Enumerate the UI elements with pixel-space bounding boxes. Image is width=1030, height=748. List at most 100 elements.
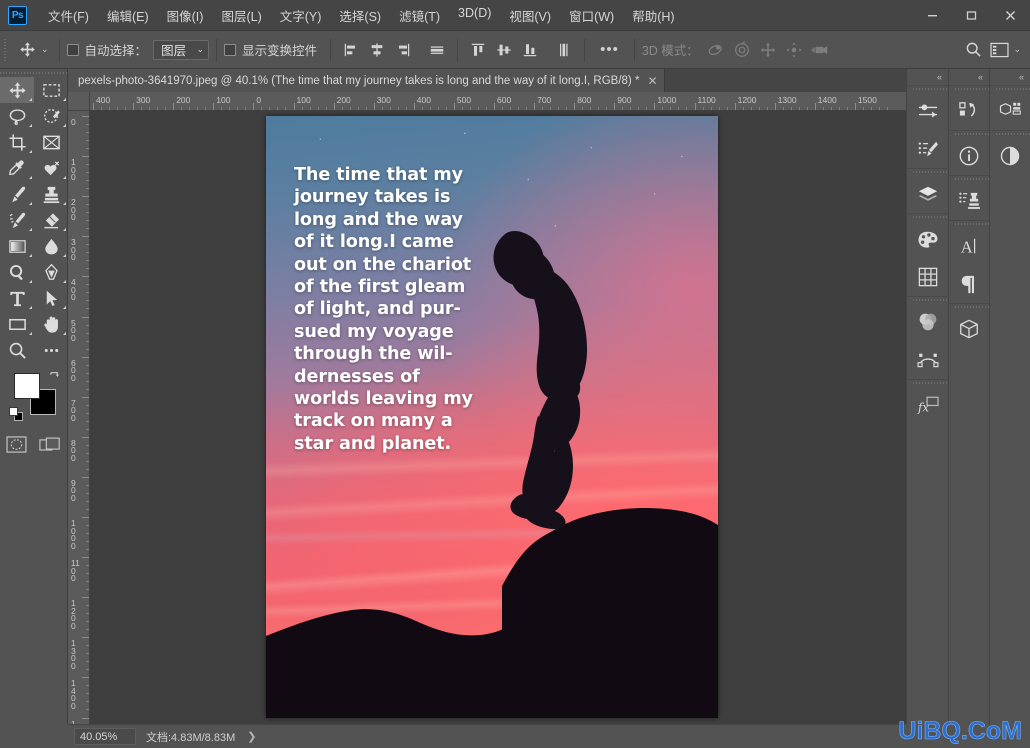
eraser-tool[interactable] [34,207,68,233]
auto-select-target-dropdown[interactable]: 图层 ⌄ [153,39,210,60]
panel-info[interactable] [949,137,989,175]
zoom-tool[interactable] [0,337,34,363]
brush-tool[interactable] [0,181,34,207]
tool-more-indicator [29,280,32,283]
status-menu-arrow-icon[interactable]: ❯ [247,730,256,743]
panel-paragraph[interactable] [949,265,989,303]
menu-filter[interactable]: 滤镜(T) [390,2,449,29]
ruler-label: 400 [71,277,76,303]
menu-image[interactable]: 图像(I) [158,2,213,29]
path-selection-tool[interactable] [34,285,68,311]
panel-brush-settings[interactable] [907,130,948,168]
panel-swatches[interactable] [907,220,948,258]
align-horizontal-centers-button[interactable] [364,38,390,62]
zoom-level-field[interactable]: 40.05% [74,728,136,745]
hand-tool[interactable] [34,311,68,337]
rectangle-tool[interactable] [0,311,34,337]
panel-adjustments[interactable] [907,92,948,130]
panel-patterns[interactable] [907,258,948,296]
menu-window[interactable]: 窗口(W) [560,2,623,29]
menu-edit[interactable]: 编辑(E) [98,2,158,29]
history-brush-tool[interactable] [0,207,34,233]
tool-more-indicator [29,150,32,153]
document-tab[interactable]: pexels-photo-3641970.jpeg @ 40.1% (The t… [68,69,665,92]
swap-colors-icon[interactable] [48,369,61,385]
eyedropper-tool[interactable] [0,155,34,181]
panel-paths[interactable] [907,341,948,379]
pen-tool[interactable] [34,259,68,285]
panel-clone-source[interactable] [949,182,989,220]
frame-tool[interactable] [34,129,68,155]
horizontal-type-tool[interactable] [0,285,34,311]
distribute-vertical-button[interactable] [551,38,577,62]
search-icon[interactable] [960,38,986,62]
menu-file[interactable]: 文件(F) [39,2,98,29]
canvas-artboard[interactable]: The time that my journey takes is long a… [266,116,718,718]
align-vertical-centers-button[interactable] [491,38,517,62]
edit-toolbar[interactable] [34,337,68,363]
ruler-label: 700 [537,95,552,105]
quick-selection-tool[interactable] [34,103,68,129]
panel-history[interactable] [949,92,989,130]
maximize-button[interactable] [952,0,991,31]
align-right-edges-button[interactable] [390,38,416,62]
more-options-button[interactable]: ••• [592,41,627,58]
move-tool-icon[interactable] [14,38,40,62]
align-top-edges-button[interactable] [465,38,491,62]
workspace-icon[interactable] [986,38,1012,62]
menu-help[interactable]: 帮助(H) [623,2,683,29]
menu-select[interactable]: 选择(S) [330,2,390,29]
ruler-corner[interactable] [68,92,90,111]
vertical-ruler[interactable]: 0 100 200 300 400 500 600 700 800 900 1000 1100 1200… [68,111,90,724]
options-bar-grip[interactable] [3,38,10,61]
panel-layers[interactable] [907,175,948,213]
foreground-color-swatch[interactable] [14,373,40,399]
pan-3d-button [755,38,781,62]
align-left-edges-button[interactable] [338,38,364,62]
panel-character[interactable]: A [949,227,989,265]
collapse-panels-button-1[interactable]: « [907,69,948,85]
tool-preset-caret-icon[interactable]: ⌄ [41,44,49,55]
menu-type[interactable]: 文字(Y) [271,2,331,29]
blur-tool[interactable] [34,233,68,259]
panel-properties[interactable] [990,137,1030,175]
zoom-tool-icon [9,342,26,359]
minimize-button[interactable] [913,0,952,31]
panel-3d[interactable] [949,310,989,348]
move-tool-icon [8,81,26,99]
quick-mask-icon[interactable] [0,431,34,457]
distribute-horizontal-button[interactable] [424,38,450,62]
lasso-tool[interactable] [0,103,34,129]
panel-channels[interactable] [907,303,948,341]
ruler-label: 1100 [71,558,80,584]
close-icon[interactable]: ✕ [647,74,657,88]
crop-tool[interactable] [0,129,34,155]
tools-grid [0,77,67,363]
menu-3d[interactable]: 3D(D) [449,2,500,29]
align-bottom-edges-button[interactable] [517,38,543,62]
screen-mode-icon[interactable] [34,431,68,457]
ruler-major-tick [534,103,536,110]
workspace-caret-icon[interactable]: ⌄ [1013,44,1021,55]
collapse-panels-button-2[interactable]: « [949,69,989,85]
spot-healing-brush-tool[interactable] [34,155,68,181]
panel-styles[interactable]: fx [907,386,948,424]
canvas-viewport[interactable]: The time that my journey takes is long a… [90,111,906,724]
tools-panel-grip[interactable] [0,69,67,77]
collapse-panels-button-3[interactable]: « [990,69,1030,85]
menu-layer[interactable]: 图层(L) [212,2,270,29]
menu-view[interactable]: 视图(V) [500,2,560,29]
close-button[interactable] [991,0,1030,31]
rectangular-marquee-tool[interactable] [34,77,68,103]
dodge-tool[interactable] [0,259,34,285]
move-tool[interactable] [0,77,34,103]
horizontal-ruler[interactable]: 400 300 200 100 0 100 200 300 400 500 600 700 800 900… [90,92,906,111]
auto-select-checkbox[interactable] [66,43,79,56]
clone-stamp-tool[interactable] [34,181,68,207]
default-colors-fg-icon[interactable] [9,407,18,416]
gradient-tool[interactable] [0,233,34,259]
panel-libraries[interactable] [990,92,1030,130]
path-selection-tool-icon [46,290,57,306]
mode-3d-label: 3D 模式： [641,44,699,58]
show-transform-checkbox[interactable] [224,43,237,56]
